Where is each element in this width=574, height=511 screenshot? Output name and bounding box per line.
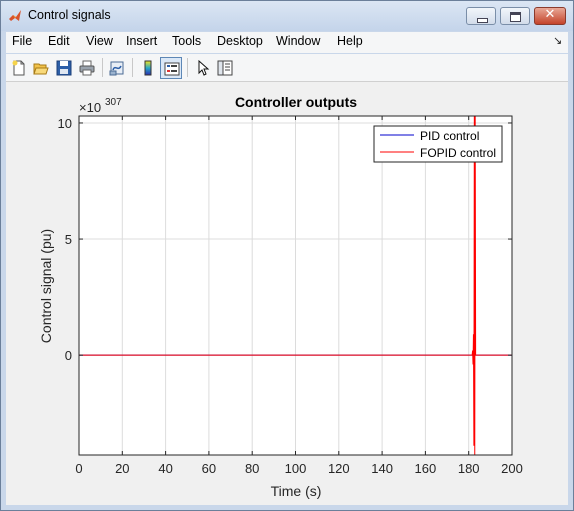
close-icon: ✕ bbox=[544, 7, 556, 22]
insert-legend-button[interactable] bbox=[160, 57, 182, 79]
insert-colorbar-icon bbox=[144, 60, 152, 76]
y-tick-label: 10 bbox=[58, 116, 72, 131]
x-tick-label: 80 bbox=[245, 461, 259, 476]
save-icon bbox=[56, 60, 72, 76]
x-tick-label: 120 bbox=[328, 461, 350, 476]
figure-window: Control signals ✕ File Edit View Insert … bbox=[0, 0, 574, 511]
insert-colorbar-button[interactable] bbox=[137, 57, 159, 79]
link-plot-button[interactable] bbox=[106, 57, 128, 79]
menu-bar: File Edit View Insert Tools Desktop Wind… bbox=[6, 32, 568, 53]
x-tick-label: 200 bbox=[501, 461, 523, 476]
property-inspector-icon bbox=[217, 60, 233, 76]
menu-window[interactable]: Window bbox=[276, 34, 320, 48]
link-plot-icon bbox=[109, 61, 124, 76]
figure-canvas: 0 20 40 60 80 100 120 140 160 180 200 0 5 10 ×10 307 … bbox=[6, 82, 568, 505]
legend-label-fopid: FOPID control bbox=[420, 146, 496, 160]
menu-help[interactable]: Help bbox=[337, 34, 363, 48]
window-title: Control signals bbox=[28, 8, 111, 22]
print-icon bbox=[79, 60, 95, 76]
open-file-icon bbox=[33, 63, 49, 75]
legend[interactable]: PID control FOPID control bbox=[373, 125, 503, 163]
controller-outputs-chart[interactable]: 0 20 40 60 80 100 120 140 160 180 2000510 ×10 307 … bbox=[6, 82, 568, 505]
x-tick-label: 180 bbox=[458, 461, 480, 476]
y-exponent-power: 307 bbox=[105, 97, 122, 108]
menu-insert[interactable]: Insert bbox=[126, 34, 157, 48]
edit-plot-button[interactable] bbox=[192, 57, 214, 79]
x-tick-label: 40 bbox=[158, 461, 172, 476]
toolbar-separator bbox=[132, 58, 133, 77]
x-tick-label: 160 bbox=[415, 461, 437, 476]
edit-plot-pointer-icon bbox=[198, 60, 210, 76]
maximize-button[interactable] bbox=[500, 7, 530, 25]
x-tick-label: 140 bbox=[371, 461, 393, 476]
dock-arrow-icon[interactable]: ↘ bbox=[553, 34, 562, 47]
new-figure-button[interactable] bbox=[8, 57, 30, 79]
close-button[interactable]: ✕ bbox=[534, 7, 566, 25]
x-tick-label: 100 bbox=[285, 461, 307, 476]
toolbar-separator bbox=[187, 58, 188, 77]
menu-desktop[interactable]: Desktop bbox=[217, 34, 263, 48]
new-figure-icon bbox=[12, 60, 25, 76]
figure-toolbar bbox=[6, 54, 568, 82]
menu-view[interactable]: View bbox=[86, 34, 113, 48]
save-button[interactable] bbox=[53, 57, 75, 79]
y-tick-label: 0 bbox=[65, 348, 72, 363]
menu-file[interactable]: File bbox=[12, 34, 32, 48]
matlab-app-icon bbox=[9, 10, 21, 21]
open-file-button[interactable] bbox=[30, 57, 52, 79]
x-axis-label: Time (s) bbox=[271, 483, 322, 499]
minimize-button[interactable] bbox=[466, 7, 496, 25]
y-axis-label: Control signal (pu) bbox=[38, 229, 54, 343]
chart-title: Controller outputs bbox=[235, 94, 357, 110]
x-tick-label: 60 bbox=[202, 461, 216, 476]
legend-label-pid: PID control bbox=[420, 129, 479, 143]
y-exponent-label: ×10 307 bbox=[79, 97, 122, 115]
insert-legend-icon bbox=[164, 62, 180, 76]
y-exponent-base: ×10 bbox=[79, 100, 101, 115]
x-tick-label: 20 bbox=[115, 461, 129, 476]
toolbar-separator bbox=[102, 58, 103, 77]
menu-edit[interactable]: Edit bbox=[48, 34, 70, 48]
print-button[interactable] bbox=[76, 57, 98, 79]
title-bar[interactable]: Control signals ✕ bbox=[1, 1, 573, 31]
menu-tools[interactable]: Tools bbox=[172, 34, 201, 48]
y-tick-label: 5 bbox=[65, 232, 72, 247]
x-tick-label: 0 bbox=[75, 461, 82, 476]
property-inspector-button[interactable] bbox=[214, 57, 236, 79]
